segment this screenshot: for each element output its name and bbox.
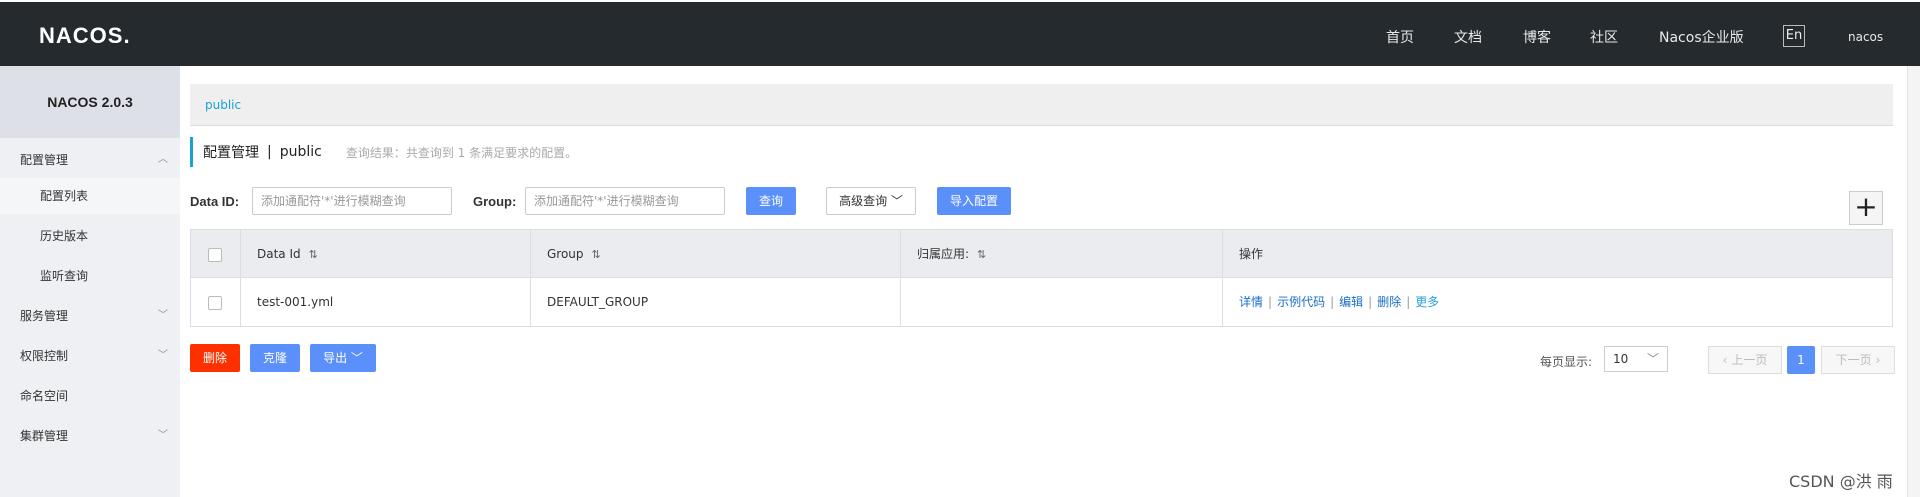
prev-page-label: 上一页 (1731, 353, 1768, 367)
namespace-tab-public[interactable]: public (205, 98, 241, 112)
query-result-text: 查询结果：共查询到 1 条满足要求的配置。 (345, 145, 578, 160)
row-checkbox[interactable] (208, 295, 222, 310)
main-content: public 配置管理 | public 查询结果：共查询到 1 条满足要求的配… (180, 66, 1920, 497)
cell-group: DEFAULT_GROUP (531, 278, 901, 326)
version-label: NACOS 2.0.3 (0, 66, 180, 138)
sort-icon[interactable]: ⇅ (592, 248, 601, 261)
config-table: Data Id ⇅ Group ⇅ 归属应用: ⇅ 操作 test-001.yml D… (190, 229, 1893, 327)
chevron-down-icon: ﹀ (1646, 352, 1659, 366)
next-page-button[interactable]: 下一页 › (1821, 346, 1895, 374)
page-title-namespace: public (279, 144, 322, 160)
nav-home[interactable]: 首页 (1386, 27, 1414, 47)
action-separator: | (1268, 295, 1273, 309)
advanced-query-button[interactable]: 高级查询 ﹀ (826, 187, 916, 215)
chevron-down-icon: ﹀ (158, 430, 168, 441)
action-delete-link[interactable]: 删除 (1377, 295, 1401, 309)
column-header-group[interactable]: Group ⇅ (531, 230, 901, 278)
select-all-cell (191, 230, 241, 278)
group-input[interactable]: 添加通配符'*'进行模糊查询 (525, 187, 725, 215)
page-title-text: 配置管理 (203, 145, 259, 161)
action-separator: | (1330, 295, 1335, 309)
dataid-label: Data ID: (190, 194, 240, 209)
sidebar-item-label: 历史版本 (40, 229, 89, 243)
add-config-button[interactable]: + (1849, 191, 1883, 225)
prev-page-button[interactable]: ‹ 上一页 (1708, 346, 1782, 374)
page-size-label: 每页显示: (1540, 355, 1593, 369)
sidebar-item-label: 配置列表 (40, 189, 89, 203)
chevron-down-icon: ﹀ (158, 350, 168, 361)
action-separator: | (1368, 295, 1373, 309)
chevron-up-icon: ︿ (158, 154, 168, 165)
chevron-right-icon: › (1875, 353, 1881, 367)
cell-app (901, 278, 1223, 326)
sidebar-item-label: 监听查询 (40, 269, 89, 283)
bulk-export-button[interactable]: 导出 ﹀ (310, 344, 376, 372)
page-size-value: 10 (1613, 352, 1629, 366)
chevron-down-icon: ﹀ (890, 194, 903, 208)
sidebar-item-label: 命名空间 (20, 389, 69, 403)
sidebar-item-config-list[interactable]: 配置列表 (0, 178, 180, 214)
sidebar-item-label: 配置管理 (20, 153, 69, 167)
sidebar-item-cluster-management[interactable]: 集群管理 ﹀ (0, 418, 180, 454)
group-label: Group: (473, 194, 517, 209)
action-separator: | (1406, 295, 1411, 309)
advanced-query-label: 高级查询 (839, 194, 888, 208)
cell-actions: 详情 | 示例代码 | 编辑 | 删除 | 更多 (1223, 278, 1892, 326)
cell-dataid: test-001.yml (241, 278, 531, 326)
nav-community[interactable]: 社区 (1590, 27, 1618, 47)
column-header-label: 操作 (1239, 247, 1264, 261)
top-bar: NACOS. 首页 文档 博客 社区 Nacos企业版 En nacos (0, 0, 1920, 66)
chevron-down-icon: ﹀ (350, 351, 363, 365)
sidebar-item-history[interactable]: 历史版本 (0, 218, 180, 254)
action-edit-link[interactable]: 编辑 (1339, 295, 1363, 309)
watermark: CSDN @洪 雨 (1789, 472, 1893, 491)
sidebar-item-label: 集群管理 (20, 429, 69, 443)
sidebar-item-service-management[interactable]: 服务管理 ﹀ (0, 298, 180, 334)
table-row: test-001.yml DEFAULT_GROUP 详情 | 示例代码 | 编辑 | 删除… (191, 278, 1892, 326)
nav-docs[interactable]: 文档 (1454, 27, 1482, 47)
page-size-select[interactable]: 10 ﹀ (1604, 346, 1668, 372)
sidebar-item-listener-query[interactable]: 监听查询 (0, 258, 180, 294)
sidebar-item-access-control[interactable]: 权限控制 ﹀ (0, 338, 180, 374)
chevron-left-icon: ‹ (1722, 353, 1728, 367)
sidebar-item-config-management[interactable]: 配置管理 ︿ (0, 142, 180, 178)
row-select-cell (191, 278, 241, 326)
sort-icon[interactable]: ⇅ (977, 248, 986, 261)
action-more-link[interactable]: 更多 (1415, 295, 1439, 309)
namespace-bar: public (190, 84, 1893, 126)
vertical-scrollbar[interactable] (1907, 66, 1920, 497)
nav-enterprise[interactable]: Nacos企业版 (1659, 27, 1744, 47)
sort-icon[interactable]: ⇅ (309, 248, 318, 261)
table-header: Data Id ⇅ Group ⇅ 归属应用: ⇅ 操作 (191, 230, 1892, 278)
action-sample-code-link[interactable]: 示例代码 (1277, 295, 1325, 309)
title-separator: | (267, 144, 272, 160)
column-header-app[interactable]: 归属应用: ⇅ (901, 230, 1223, 278)
select-all-checkbox[interactable] (208, 247, 222, 262)
language-toggle[interactable]: En (1783, 25, 1805, 47)
sidebar-item-namespace[interactable]: 命名空间 (0, 378, 180, 414)
chevron-down-icon: ﹀ (158, 310, 168, 321)
sidebar-item-label: 权限控制 (20, 349, 69, 363)
column-header-label: Data Id (257, 247, 301, 261)
nav-blog[interactable]: 博客 (1523, 27, 1551, 47)
next-page-label: 下一页 (1835, 353, 1872, 367)
page-number-current[interactable]: 1 (1787, 346, 1815, 374)
column-header-label: 归属应用: (917, 247, 970, 261)
bulk-clone-button[interactable]: 克隆 (250, 344, 300, 372)
nacos-logo[interactable]: NACOS. (39, 23, 131, 49)
column-header-actions: 操作 (1223, 230, 1892, 278)
column-header-label: Group (547, 247, 584, 261)
sidebar-item-label: 服务管理 (20, 309, 69, 323)
bulk-delete-button[interactable]: 删除 (190, 344, 240, 372)
action-detail-link[interactable]: 详情 (1239, 295, 1263, 309)
query-button[interactable]: 查询 (746, 187, 796, 215)
sidebar: NACOS 2.0.3 配置管理 ︿ 配置列表 历史版本 监听查询 服务管理 ﹀… (0, 66, 180, 497)
dataid-input[interactable]: 添加通配符'*'进行模糊查询 (252, 187, 452, 215)
page-title: 配置管理 | public 查询结果：共查询到 1 条满足要求的配置。 (190, 137, 577, 167)
user-menu[interactable]: nacos (1848, 30, 1883, 44)
import-config-button[interactable]: 导入配置 (937, 187, 1011, 215)
export-label: 导出 (323, 351, 348, 365)
column-header-dataid[interactable]: Data Id ⇅ (241, 230, 531, 278)
